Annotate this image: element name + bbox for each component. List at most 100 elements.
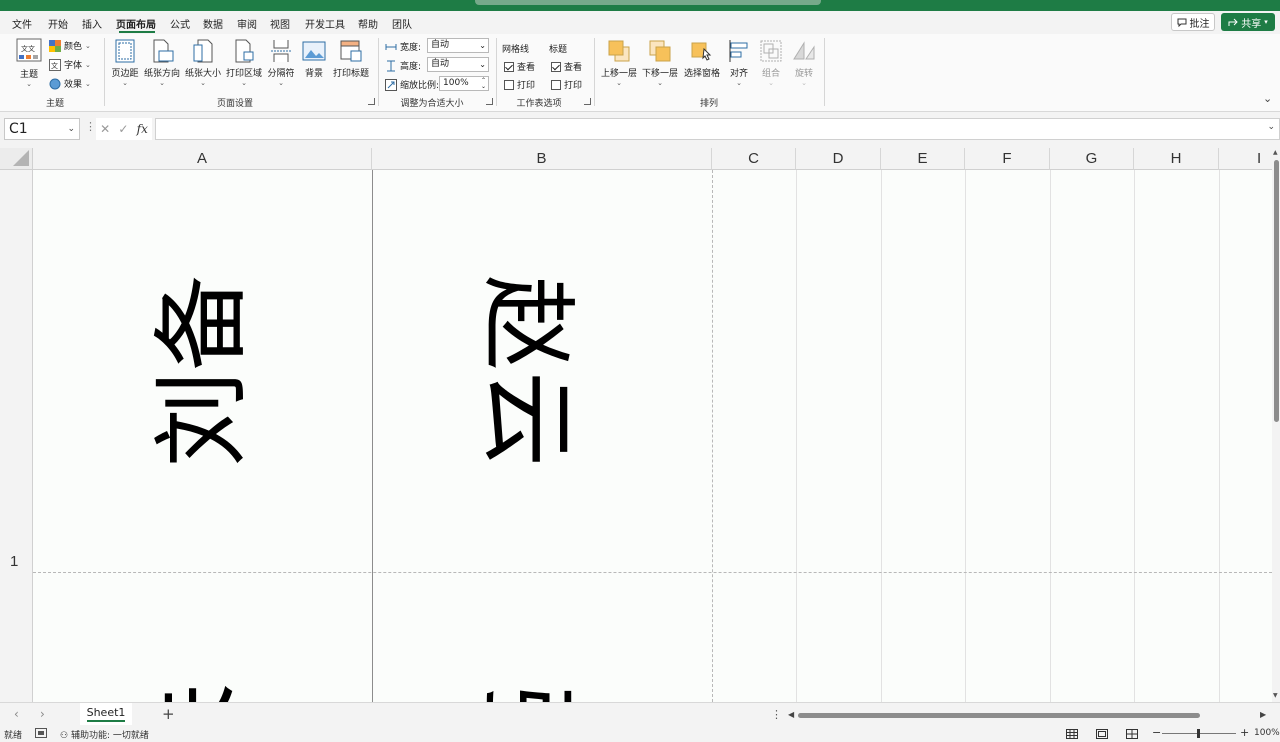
menu-help[interactable]: 帮助: [358, 16, 378, 31]
horizontal-scroll-thumb[interactable]: [798, 713, 1200, 718]
worksheet-grid[interactable]: A B C D E F G H I 1 刘备 赵云 关 张: [0, 148, 1272, 702]
cell-b2[interactable]: 张: [471, 682, 583, 702]
name-box[interactable]: C1 ⌄: [4, 118, 80, 140]
previous-sheet-icon[interactable]: ‹: [14, 707, 19, 721]
chevron-down-icon: ⌄: [479, 41, 486, 50]
colors-button[interactable]: 颜色 ⌄: [49, 39, 91, 52]
align-button[interactable]: 对齐 ⌄: [727, 39, 751, 87]
column-header-d[interactable]: D: [796, 148, 881, 170]
cell-a2[interactable]: 关: [136, 682, 248, 702]
scale-dialog-launcher[interactable]: [486, 98, 493, 105]
headings-view-checkbox[interactable]: 查看: [551, 60, 582, 73]
comments-button[interactable]: 批注: [1171, 13, 1215, 31]
column-header-c[interactable]: C: [712, 148, 796, 170]
orientation-button[interactable]: 纸张方向 ⌄: [143, 39, 181, 87]
insert-function-icon[interactable]: fx: [137, 122, 148, 136]
menu-data[interactable]: 数据: [203, 16, 223, 31]
share-button[interactable]: 共享 ▾: [1221, 13, 1275, 31]
menu-team[interactable]: 团队: [392, 16, 412, 31]
scroll-right-icon[interactable]: ▶: [1260, 710, 1266, 719]
themes-button[interactable]: 文文 主题 ⌄: [14, 38, 44, 88]
next-sheet-icon[interactable]: ›: [40, 707, 45, 721]
cell-b1[interactable]: 赵云: [471, 275, 583, 467]
accessibility-status[interactable]: ⚇ 辅助功能: 一切就绪: [60, 728, 149, 741]
collapse-ribbon-icon[interactable]: ⌄: [1263, 92, 1272, 105]
menu-review[interactable]: 审阅: [237, 16, 257, 31]
width-value: 自动: [431, 40, 450, 50]
vertical-scrollbar[interactable]: ▲ ▼: [1272, 148, 1280, 702]
background-button[interactable]: 背景: [301, 39, 327, 79]
sheet-options-dialog-launcher[interactable]: [584, 98, 591, 105]
height-select[interactable]: 自动 ⌄: [427, 57, 489, 72]
scale-to-fit-group-label: 调整为合适大小: [400, 99, 464, 109]
page-setup-dialog-launcher[interactable]: [368, 98, 375, 105]
expand-formula-bar-icon[interactable]: ⌄: [1267, 122, 1275, 132]
scroll-down-icon[interactable]: ▼: [1273, 692, 1278, 699]
margins-icon: [115, 39, 135, 63]
select-all-button[interactable]: [0, 148, 33, 170]
breaks-button[interactable]: 分隔符 ⌄: [266, 39, 296, 87]
menu-developer[interactable]: 开发工具: [305, 16, 345, 31]
column-header-g[interactable]: G: [1050, 148, 1134, 170]
breaks-label: 分隔符: [267, 69, 295, 79]
cell-a1[interactable]: 刘备: [146, 275, 258, 467]
chevron-down-icon: ▾: [1264, 18, 1268, 26]
scale-spinner[interactable]: 100% ⌃ ⌄: [439, 76, 489, 91]
bring-forward-button[interactable]: 上移一层 ⌄: [600, 39, 638, 87]
column-header-i[interactable]: I: [1219, 148, 1272, 170]
menu-formulas[interactable]: 公式: [170, 16, 190, 31]
fonts-button[interactable]: 文 字体 ⌄: [49, 58, 91, 71]
page-break-line: [33, 572, 1272, 573]
horizontal-scrollbar[interactable]: ◀ ▶: [788, 710, 1270, 719]
zoom-slider[interactable]: [1162, 729, 1236, 738]
scroll-up-icon[interactable]: ▲: [1273, 149, 1278, 156]
page-layout-view-button[interactable]: [1094, 727, 1110, 740]
vertical-scroll-thumb[interactable]: [1274, 160, 1279, 422]
menu-file[interactable]: 文件: [12, 16, 32, 31]
page-layout-view-icon: [1096, 728, 1108, 739]
size-button[interactable]: 纸张大小 ⌄: [184, 39, 222, 87]
menu-home[interactable]: 开始: [48, 16, 68, 31]
row-header-2[interactable]: [0, 572, 33, 702]
group-separator: [496, 38, 497, 106]
menu-view[interactable]: 视图: [270, 16, 290, 31]
cancel-icon[interactable]: ✕: [100, 122, 110, 136]
zoom-in-icon[interactable]: +: [1240, 726, 1249, 739]
sheet-tab-sheet1[interactable]: Sheet1: [80, 703, 132, 725]
sheet-tab-label: Sheet1: [86, 706, 126, 722]
zoom-level[interactable]: 100%: [1254, 728, 1280, 738]
column-header-h[interactable]: H: [1134, 148, 1219, 170]
row-header-1[interactable]: 1: [0, 170, 33, 572]
scroll-left-icon[interactable]: ◀: [788, 710, 794, 719]
effects-button[interactable]: 效果 ⌄: [49, 77, 91, 90]
width-label-row: 宽度:: [385, 40, 421, 53]
tab-splitter-icon[interactable]: ⋮: [771, 708, 782, 721]
macro-record-icon[interactable]: [35, 728, 47, 741]
gridlines-print-checkbox[interactable]: 打印: [504, 78, 535, 91]
add-sheet-icon[interactable]: +: [162, 705, 175, 723]
headings-print-checkbox[interactable]: 打印: [551, 78, 582, 91]
send-backward-button[interactable]: 下移一层 ⌄: [641, 39, 679, 87]
search-box[interactable]: [475, 0, 821, 5]
zoom-out-icon[interactable]: −: [1152, 726, 1161, 739]
selection-pane-button[interactable]: 选择窗格: [683, 39, 721, 79]
menu-page-layout[interactable]: 页面布局: [116, 16, 156, 31]
normal-view-button[interactable]: [1064, 727, 1080, 740]
column-header-f[interactable]: F: [965, 148, 1050, 170]
group-button: 组合 ⌄: [759, 39, 783, 87]
zoom-slider-knob[interactable]: [1197, 729, 1200, 738]
enter-icon[interactable]: ✓: [118, 122, 128, 136]
print-area-button[interactable]: 打印区域 ⌄: [225, 39, 263, 87]
menu-insert[interactable]: 插入: [82, 16, 102, 31]
width-select[interactable]: 自动 ⌄: [427, 38, 489, 53]
gridlines-view-checkbox[interactable]: 查看: [504, 60, 535, 73]
print-titles-button[interactable]: 打印标题: [332, 39, 370, 79]
page-break-view-button[interactable]: [1124, 727, 1140, 740]
column-header-b[interactable]: B: [372, 148, 712, 170]
column-header-a[interactable]: A: [33, 148, 372, 170]
column-header-e[interactable]: E: [881, 148, 965, 170]
formula-input[interactable]: ⌄: [155, 118, 1280, 140]
rotate-label: 旋转: [794, 69, 813, 79]
more-options-icon[interactable]: ⋮: [85, 120, 96, 133]
margins-button[interactable]: 页边距 ⌄: [110, 39, 140, 87]
